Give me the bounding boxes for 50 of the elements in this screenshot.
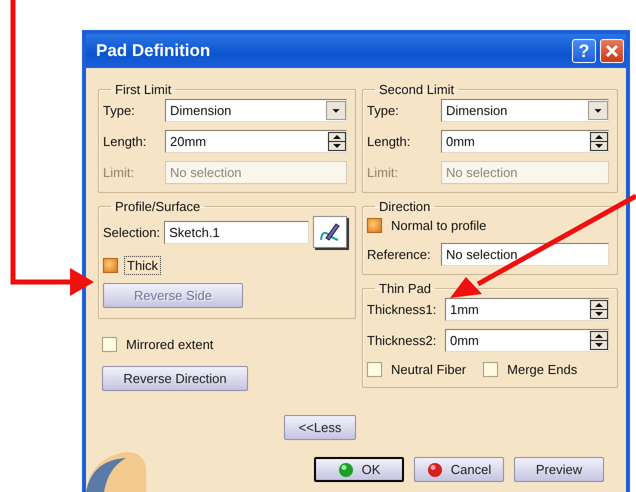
- field-label: Length:: [103, 134, 148, 149]
- type-dropdown[interactable]: Dimension: [441, 99, 609, 122]
- spinner-icon[interactable]: [590, 331, 608, 350]
- checkbox-label: Mirrored extent: [125, 336, 214, 354]
- sketch-button[interactable]: [313, 216, 347, 248]
- field-label: Length:: [367, 134, 412, 149]
- group-title: Thin Pad: [378, 281, 432, 296]
- checkbox[interactable]: [367, 218, 382, 233]
- dialog-button[interactable]: Preview: [514, 457, 604, 482]
- field-label: Type:: [367, 103, 400, 118]
- spin-field[interactable]: 0mm: [445, 329, 609, 352]
- field-label: Limit:: [103, 165, 136, 180]
- less-button[interactable]: <<Less: [284, 415, 356, 440]
- group-title: First Limit: [114, 82, 172, 97]
- field-label: Thickness2:: [367, 333, 438, 348]
- spin-field[interactable]: 1mm: [445, 298, 609, 321]
- dialog-button[interactable]: OK: [314, 457, 404, 482]
- checkbox[interactable]: [102, 337, 117, 352]
- spin-field[interactable]: 20mm: [165, 130, 347, 153]
- reverse-direction-button[interactable]: Reverse Direction: [102, 366, 248, 391]
- group-title: Second Limit: [378, 82, 456, 97]
- dialog-button[interactable]: Cancel: [414, 457, 504, 482]
- checkbox-label: Thick: [124, 256, 162, 275]
- field-label: Selection:: [103, 224, 160, 240]
- checkbox[interactable]: [103, 258, 118, 273]
- field-label: Limit:: [367, 165, 400, 180]
- checkbox-label: Neutral Fiber: [390, 361, 468, 379]
- spinner-icon[interactable]: [328, 132, 346, 151]
- window-title: Pad Definition: [96, 41, 212, 61]
- checkbox[interactable]: [483, 362, 498, 377]
- corner-drawing: [86, 452, 146, 492]
- spinner-icon[interactable]: [590, 300, 608, 319]
- cancel-ball-icon: [426, 462, 443, 478]
- group-title: Direction: [378, 199, 432, 214]
- field-label: Thickness1:: [367, 302, 438, 317]
- spinner-icon[interactable]: [590, 132, 608, 151]
- group-title: Profile/Surface: [114, 199, 202, 214]
- ok-ball-icon: [338, 462, 354, 478]
- checkbox[interactable]: [367, 362, 382, 377]
- checkbox-label: Normal to profile: [390, 217, 488, 235]
- help-button[interactable]: ?: [572, 39, 596, 63]
- type-dropdown[interactable]: Dimension: [165, 99, 347, 122]
- field-label: Type:: [103, 103, 136, 118]
- field-label: Reference:: [367, 247, 432, 262]
- checkbox-label: Merge Ends: [506, 361, 578, 379]
- spin-field[interactable]: 0mm: [441, 130, 609, 153]
- text-field[interactable]: No selection: [441, 243, 609, 266]
- close-icon: [605, 44, 619, 58]
- selection-field[interactable]: Sketch.1: [164, 220, 309, 244]
- close-button[interactable]: [600, 39, 624, 63]
